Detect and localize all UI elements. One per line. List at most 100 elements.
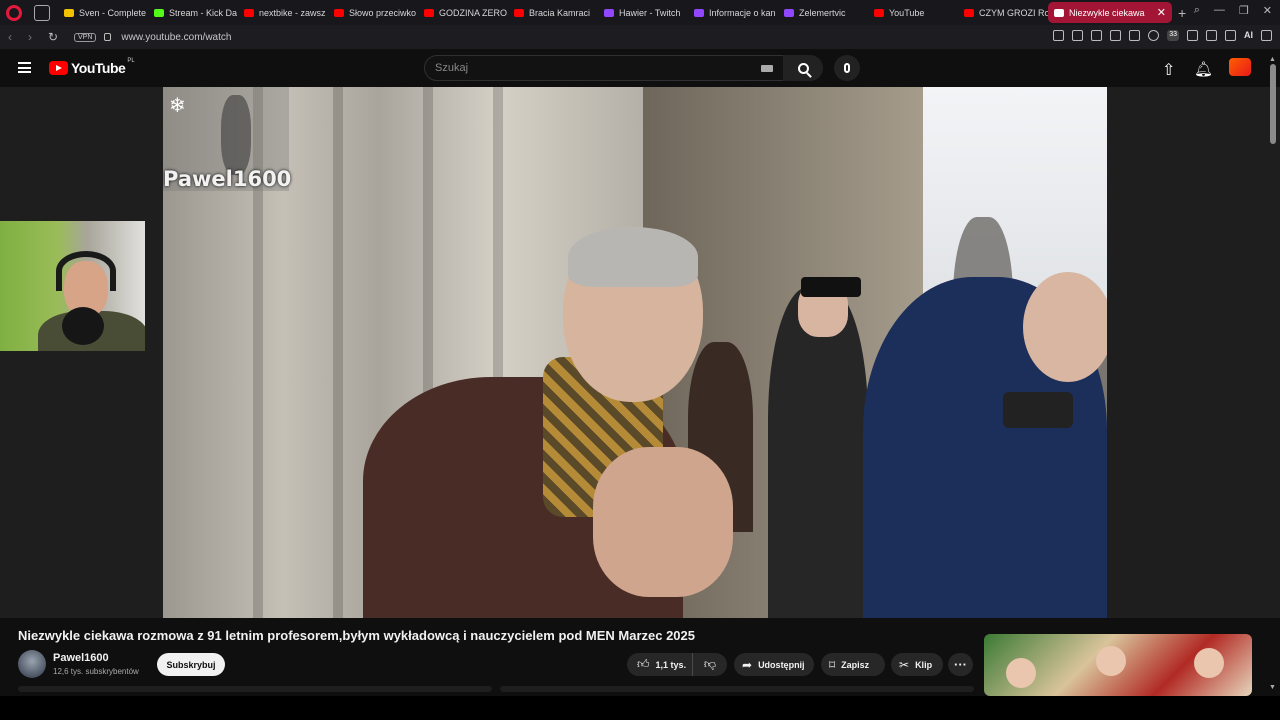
tab-4[interactable]: GODZINA ZERO [418,2,508,23]
tab-3[interactable]: Słowo przeciwko [328,2,418,23]
new-tab-button[interactable]: + [1178,5,1186,21]
browser-tab-bar: Sven - Complete Stream - Kick Da nextbike … [0,0,1280,25]
scroll-up-icon[interactable]: ▲ [1269,56,1276,63]
user-avatar[interactable] [1229,58,1251,76]
shield-icon[interactable] [1091,30,1103,41]
extensions-icon[interactable] [1206,30,1217,41]
dislike-button[interactable]: 👎︎ [693,657,727,672]
search-input[interactable]: Szukaj [435,62,761,74]
extension-badge[interactable]: 33 [1167,30,1179,41]
tab-label: Stream - Kick Da [169,7,238,18]
country-code: PL [127,58,135,64]
tab-10[interactable]: CZYM GROZI Ro [958,2,1048,23]
minimize-icon[interactable]: — [1214,4,1225,17]
share-label: Udostępnij [758,659,805,670]
scroll-down-icon[interactable]: ▼ [1269,684,1276,691]
like-button[interactable]: 👍︎ 1,1 tys. [627,653,693,676]
tab-label: nextbike - zawsz [259,7,326,18]
upload-icon[interactable]: ⇧ [1162,60,1175,80]
heart-icon[interactable] [1129,30,1141,41]
search-tabs-icon[interactable]: ⌕ [1194,4,1200,17]
tab-5[interactable]: Bracia Kamraci [508,2,598,23]
profile-icon[interactable] [1225,30,1236,41]
tab-1[interactable]: Stream - Kick Da [148,2,238,23]
tab-menu-icon[interactable] [34,4,50,21]
youtube-logo[interactable]: YouTube PL [49,58,135,76]
tab-favicon-icon [334,8,344,17]
back-icon[interactable]: ‹ [8,30,20,44]
subscribe-button[interactable]: Subskrybuj [157,653,225,676]
easy-setup-icon[interactable] [1261,30,1272,41]
voice-search-button[interactable] [834,55,860,81]
like-count: 1,1 tys. [655,659,687,670]
recommended-thumbnail[interactable] [984,634,1252,696]
reload-icon[interactable]: ↻ [48,30,60,44]
youtube-header: YouTube PL Szukaj ⇧ 🔔︎ [0,49,1280,87]
tab-label: CZYM GROZI Ro [979,7,1048,18]
tab-2[interactable]: nextbike - zawsz [238,2,328,23]
maximize-icon[interactable]: ❐ [1239,4,1249,17]
wallet-icon[interactable] [1187,30,1198,41]
lock-icon[interactable] [104,33,112,41]
notifications-icon[interactable]: 🔔︎ [1194,60,1213,78]
tab-label: Informacje o kan [709,7,776,18]
tab-strip: Sven - Complete Stream - Kick Da nextbike … [58,0,1048,25]
scroll-thumb[interactable] [1270,64,1276,144]
save-button[interactable]: ⌑ Zapisz [821,653,885,676]
tab-favicon-icon [784,8,794,17]
subscriber-count: 12,6 tys. subskrybentów [53,667,139,676]
video-player[interactable]: ❄ Pawel1600 [163,87,1107,618]
tab-0[interactable]: Sven - Complete [58,2,148,23]
tab-favicon-icon [244,8,254,17]
youtube-logo-text: YouTube [71,60,126,76]
clip-label: Klip [915,659,933,670]
snowflake-icon: ❄ [169,95,186,117]
tab-label: Hawier - Twitch [619,7,681,18]
window-controls: ⌕ — ❐ ✕ [1194,4,1272,17]
ai-button[interactable]: AI [1244,30,1253,41]
knight-logo [221,95,251,175]
tab-label: Zelemertvic [799,7,846,18]
channel-watermark: ❄ Pawel1600 [163,87,291,191]
thumbs-down-icon: 👎︎ [703,657,717,671]
more-actions-button[interactable]: ··· [948,653,973,676]
menu-icon[interactable] [18,62,31,73]
address-bar: ‹ › ↻ VPN www.youtube.com/watch 33 AI [0,25,1280,49]
vpn-badge[interactable]: VPN [74,32,97,42]
url-field[interactable]: www.youtube.com/watch [121,32,231,43]
tab-6[interactable]: Hawier - Twitch [598,2,688,23]
tab-favicon-icon [64,8,74,17]
player-icon[interactable] [1110,30,1122,41]
tab-favicon-icon [514,8,524,17]
page-scrollbar[interactable]: ▲ ▼ [1269,56,1277,696]
search-icon [797,62,809,74]
tab-label: Słowo przeciwko [349,7,417,18]
tab-active[interactable]: Niezwykle ciekawa ✕ [1048,2,1172,23]
youtube-play-icon [49,61,68,75]
tab-7[interactable]: Informacje o kan [688,2,778,23]
keyboard-icon[interactable] [761,64,773,72]
tab-favicon-icon [964,8,974,17]
snapshot-icon[interactable] [1072,30,1084,41]
opera-logo-icon[interactable] [6,4,22,21]
clip-button[interactable]: ✂ Klip [891,653,943,676]
share-button[interactable]: ➦ Udostępnij [734,653,814,676]
tab-8[interactable]: Zelemertvic [778,2,868,23]
tab-9[interactable]: YouTube [868,2,958,23]
tab-favicon-icon [604,8,614,17]
channel-avatar[interactable] [18,650,46,678]
like-dislike-group: 👍︎ 1,1 tys. 👎︎ [627,653,727,676]
tab-label: Bracia Kamraci [529,7,591,18]
search-box[interactable]: Szukaj [424,55,784,81]
forward-icon[interactable]: › [28,30,40,44]
account-icon[interactable] [1148,30,1160,41]
bookmark-icon[interactable] [1053,30,1065,41]
search-button[interactable] [783,55,823,81]
close-tab-icon[interactable]: ✕ [1157,6,1166,19]
scissors-icon: ✂ [899,657,910,672]
channel-name[interactable]: Pawel1600 [53,652,109,664]
close-window-icon[interactable]: ✕ [1263,4,1272,17]
tab-label: GODZINA ZERO [439,7,508,18]
share-icon: ➦ [742,657,753,672]
description-placeholder [18,686,974,696]
